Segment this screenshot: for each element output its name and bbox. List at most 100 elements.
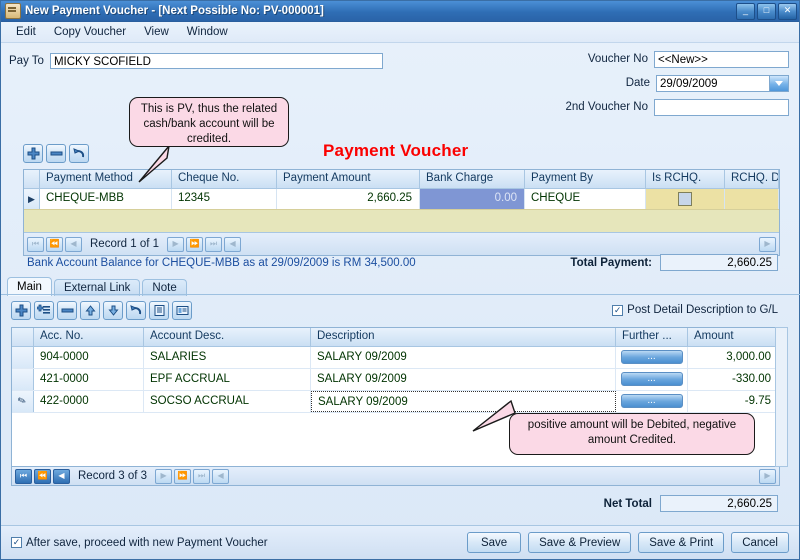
cancel-button[interactable]: Cancel: [731, 532, 789, 553]
menu-edit[interactable]: Edit: [7, 24, 45, 40]
cell-acc-no[interactable]: 422-0000: [34, 391, 144, 412]
total-payment-label: Total Payment:: [570, 256, 652, 269]
detail-nav-back-button[interactable]: ◀: [212, 468, 230, 484]
after-save-checkbox[interactable]: ✓ After save, proceed with new Payment V…: [11, 537, 268, 549]
cell-acc-no[interactable]: 421-0000: [34, 369, 144, 390]
col-acc-no[interactable]: Acc. No.: [34, 328, 144, 347]
list-view-icon[interactable]: [149, 301, 169, 320]
col-payment-amount[interactable]: Payment Amount: [277, 170, 420, 189]
further-button[interactable]: ...: [620, 350, 683, 364]
row-header-corner: [24, 170, 40, 189]
voucher-no-input[interactable]: <<New>>: [654, 50, 789, 68]
col-bank-charge[interactable]: Bank Charge: [420, 170, 525, 189]
checkbox-mark[interactable]: ✓: [11, 537, 22, 548]
detail-grid-scrollbar[interactable]: [775, 327, 788, 467]
detail-nav-next-page-button[interactable]: ⏩: [174, 468, 192, 484]
cell-further[interactable]: ...: [616, 391, 688, 412]
cell-payment-amount[interactable]: 2,660.25: [277, 189, 420, 209]
menu-view[interactable]: View: [135, 24, 178, 40]
nav-prev-button[interactable]: ◀: [65, 236, 82, 252]
payment-record-navigator: ⏮ ⏪ ◀ Record 1 of 1 ▶ ⏩ ⏭ ◀ ▶: [24, 232, 779, 255]
header-area: Pay To MICKY SCOFIELD Voucher No <<New>>…: [1, 43, 799, 123]
undo-payment-icon[interactable]: [69, 144, 89, 163]
detail-view-icon[interactable]: [172, 301, 192, 320]
undo-row-icon[interactable]: [126, 301, 146, 320]
menu-window[interactable]: Window: [178, 24, 237, 40]
cell-account-desc[interactable]: SALARIES: [144, 347, 311, 368]
menu-copy-voucher[interactable]: Copy Voucher: [45, 24, 135, 40]
cell-further[interactable]: ...: [616, 347, 688, 368]
pencil-icon: ✎: [16, 394, 29, 409]
delete-row-icon[interactable]: [57, 301, 77, 320]
cell-bank-charge[interactable]: 0.00: [420, 189, 525, 209]
move-up-icon[interactable]: [80, 301, 100, 320]
window-controls: _ □ ✕: [736, 2, 797, 20]
net-total-label: Net Total: [603, 497, 652, 510]
nav-scroll-right-button[interactable]: ▶: [759, 236, 776, 252]
cell-amount[interactable]: -9.75: [688, 391, 779, 412]
nav-first-button[interactable]: ⏮: [27, 236, 44, 252]
callout-top-tail: [138, 144, 171, 183]
detail-nav-last-button[interactable]: ⏭: [193, 468, 211, 484]
chevron-down-icon[interactable]: [769, 74, 789, 92]
cell-further[interactable]: ...: [616, 369, 688, 390]
col-account-desc[interactable]: Account Desc.: [144, 328, 311, 347]
minimize-icon[interactable]: _: [736, 2, 755, 20]
cell-rchq-date[interactable]: [725, 189, 779, 209]
add-row-icon[interactable]: [11, 301, 31, 320]
checkbox-mark[interactable]: ✓: [612, 304, 624, 316]
col-description[interactable]: Description: [311, 328, 616, 347]
cell-account-desc[interactable]: SOCSO ACCRUAL: [144, 391, 311, 412]
cell-description[interactable]: SALARY 09/2009: [311, 347, 616, 368]
col-rchq-date[interactable]: RCHQ. Date: [725, 170, 779, 189]
second-voucher-no-input[interactable]: [654, 98, 789, 116]
detail-nav-next-button[interactable]: ▶: [155, 468, 173, 484]
nav-last-button[interactable]: ⏭: [205, 236, 223, 252]
save-button[interactable]: Save: [467, 532, 522, 553]
col-is-rchq[interactable]: Is RCHQ.: [646, 170, 725, 189]
detail-nav-scroll-right-button[interactable]: ▶: [759, 468, 776, 484]
table-row[interactable]: ✎ 422-0000 SOCSO ACCRUAL SALARY 09/2009 …: [12, 391, 779, 413]
cell-is-rchq[interactable]: [646, 189, 725, 209]
post-detail-description-checkbox[interactable]: ✓ Post Detail Description to G/L: [612, 304, 778, 316]
cell-amount[interactable]: -330.00: [688, 369, 779, 390]
nav-prev-page-button[interactable]: ⏪: [46, 236, 63, 252]
add-payment-icon[interactable]: [23, 144, 43, 163]
date-input[interactable]: 29/09/2009: [656, 74, 770, 92]
cell-description[interactable]: SALARY 09/2009: [311, 369, 616, 390]
maximize-icon[interactable]: □: [757, 2, 776, 20]
col-further[interactable]: Further ...: [616, 328, 688, 347]
cell-cheque-no[interactable]: 12345: [172, 189, 277, 209]
save-preview-button[interactable]: Save & Preview: [528, 532, 632, 553]
insert-row-icon[interactable]: [34, 301, 54, 320]
table-row[interactable]: 904-0000 SALARIES SALARY 09/2009 ... 3,0…: [12, 347, 779, 369]
detail-nav-prev-page-button[interactable]: ⏪: [34, 468, 51, 484]
further-button[interactable]: ...: [620, 372, 683, 386]
table-row[interactable]: ▶ CHEQUE-MBB 12345 2,660.25 0.00 CHEQUE: [24, 189, 779, 209]
col-cheque-no[interactable]: Cheque No.: [172, 170, 277, 189]
nav-next-page-button[interactable]: ⏩: [186, 236, 204, 252]
detail-nav-first-button[interactable]: ⏮: [15, 468, 32, 484]
table-row[interactable]: 421-0000 EPF ACCRUAL SALARY 09/2009 ... …: [12, 369, 779, 391]
pay-to-input[interactable]: MICKY SCOFIELD: [49, 53, 383, 69]
col-amount[interactable]: Amount: [688, 328, 779, 347]
payment-record-label: Record 1 of 1: [90, 238, 160, 250]
cell-description[interactable]: SALARY 09/2009: [311, 391, 616, 412]
detail-nav-prev-button[interactable]: ◀: [53, 468, 70, 484]
cell-payment-by[interactable]: CHEQUE: [525, 189, 646, 209]
cell-amount[interactable]: 3,000.00: [688, 347, 779, 368]
col-payment-by[interactable]: Payment By: [525, 170, 646, 189]
cell-payment-method[interactable]: CHEQUE-MBB: [40, 189, 172, 209]
cell-account-desc[interactable]: EPF ACCRUAL: [144, 369, 311, 390]
cell-acc-no[interactable]: 904-0000: [34, 347, 144, 368]
date-picker[interactable]: 29/09/2009: [656, 74, 789, 92]
move-down-icon[interactable]: [103, 301, 123, 320]
further-button[interactable]: ...: [620, 394, 683, 408]
detail-row-indicator: [12, 347, 34, 368]
remove-payment-icon[interactable]: [46, 144, 66, 163]
nav-next-button[interactable]: ▶: [167, 236, 185, 252]
close-icon[interactable]: ✕: [778, 2, 797, 20]
save-print-button[interactable]: Save & Print: [638, 532, 725, 553]
is-rchq-checkbox[interactable]: [678, 192, 692, 206]
nav-back-button[interactable]: ◀: [224, 236, 242, 252]
